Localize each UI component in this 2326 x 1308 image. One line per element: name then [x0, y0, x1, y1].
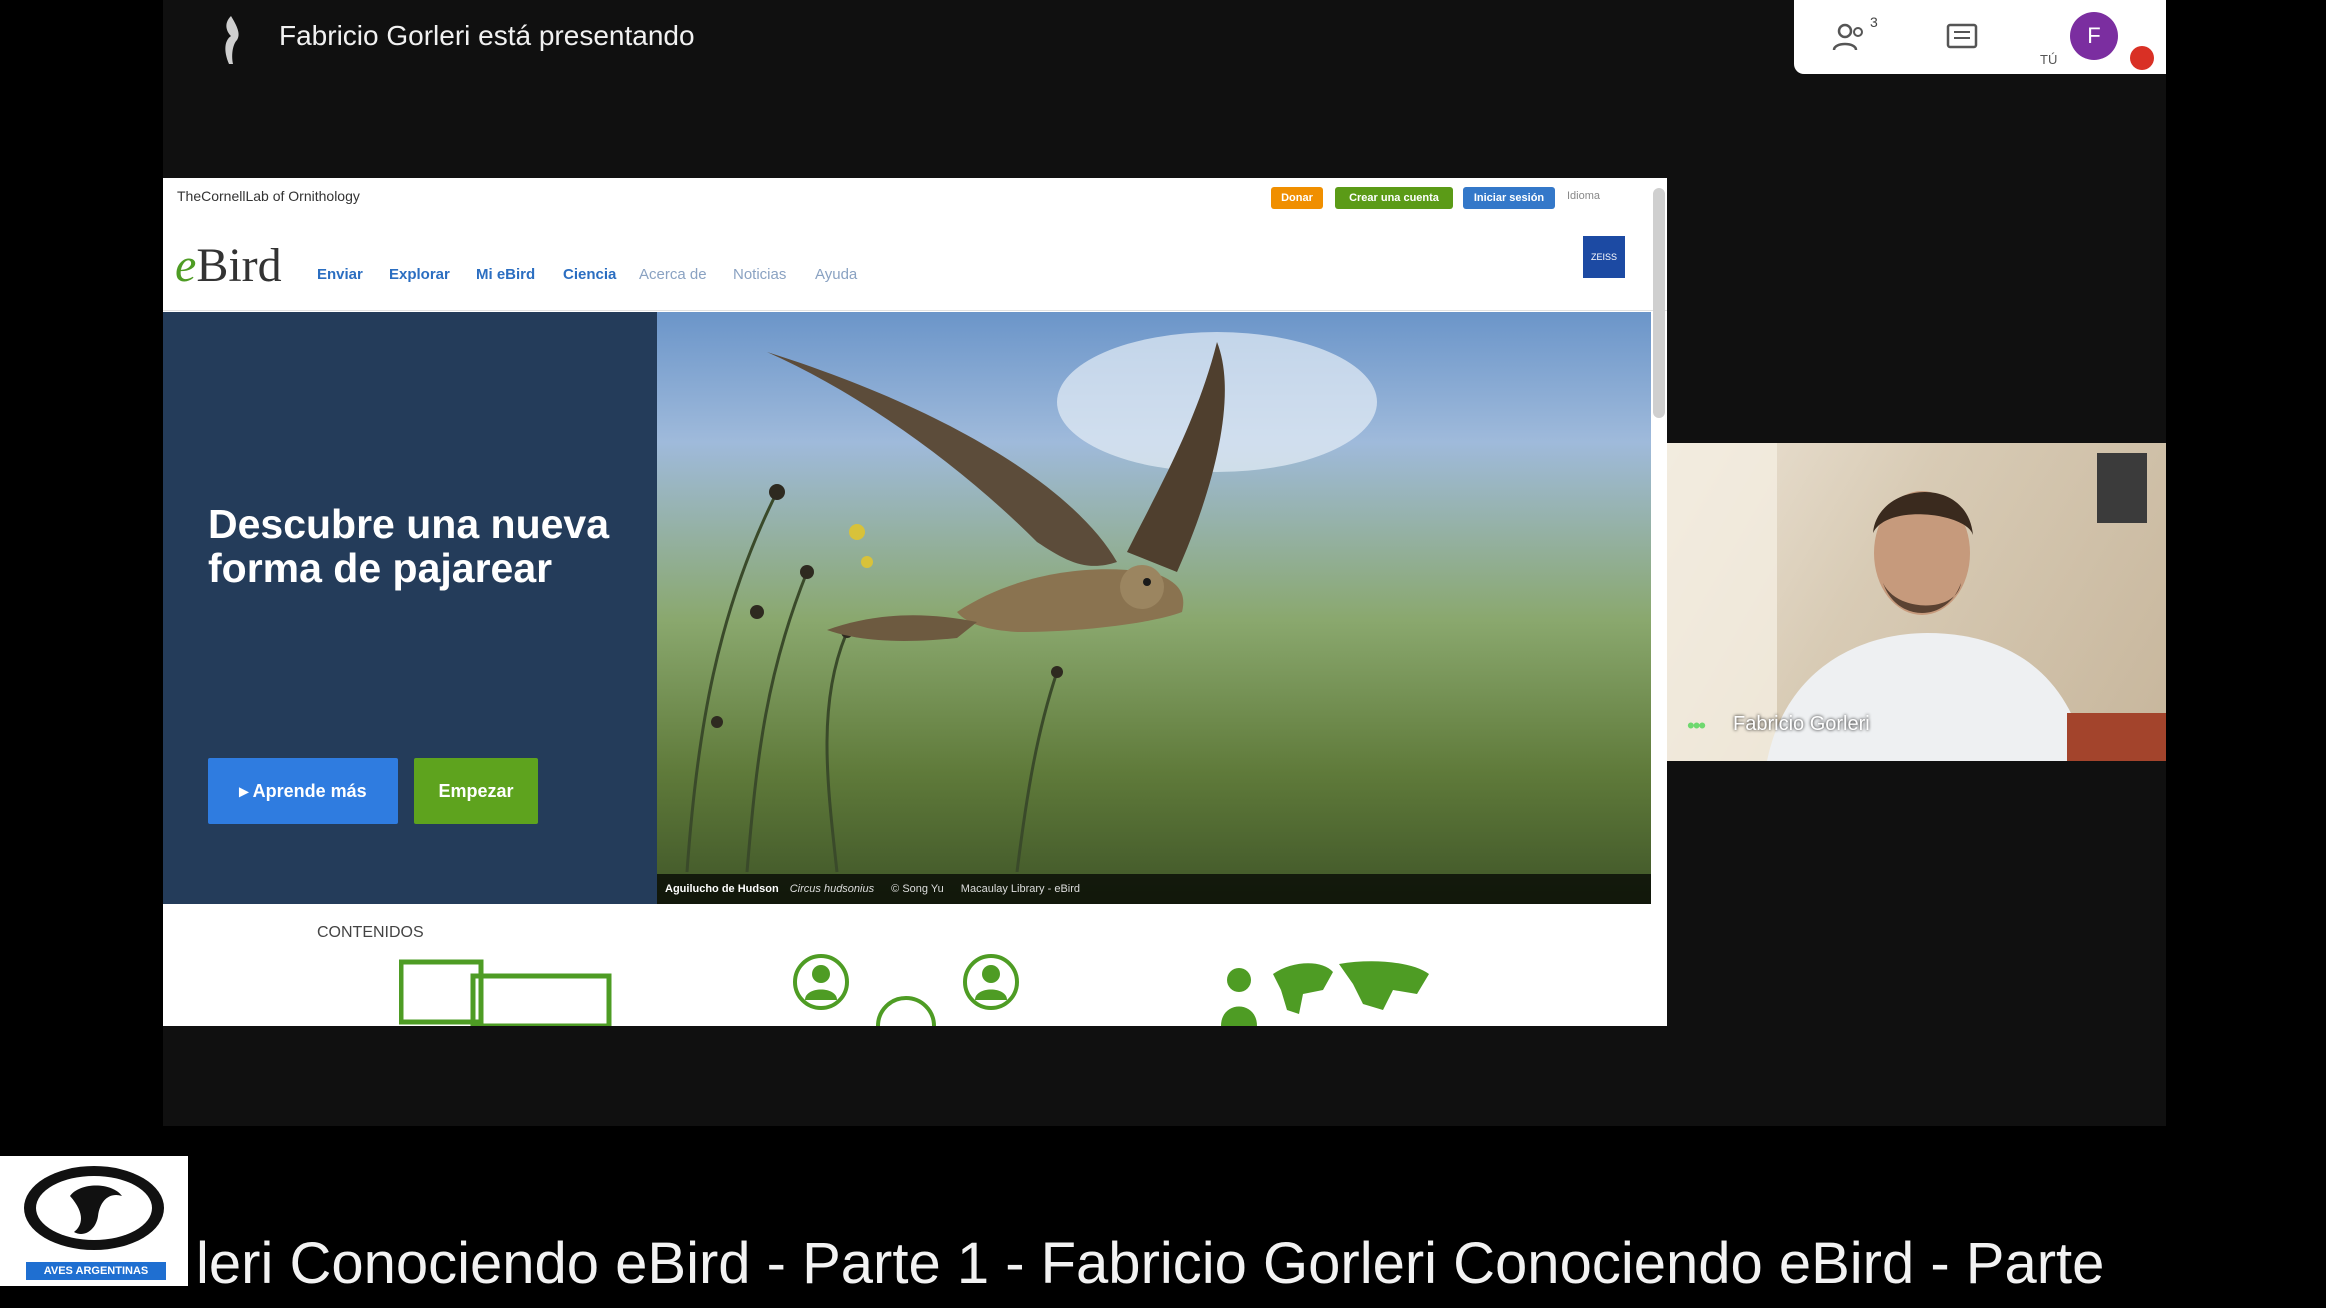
caption-credit: © Song Yu: [891, 883, 944, 895]
bird-avatar-icon: [225, 16, 239, 64]
zeiss-logo[interactable]: ZEISS: [1583, 236, 1625, 278]
presenter-status: Fabricio Gorleri está presentando: [279, 20, 695, 51]
speaking-indicator-icon: •••: [1687, 713, 1706, 738]
devices-icon: [399, 959, 612, 1026]
bird-emblem-icon: [24, 1166, 164, 1250]
participant-name: Fabricio Gorleri: [1733, 713, 1870, 735]
sign-in-button[interactable]: Iniciar sesión: [1463, 187, 1555, 209]
hero-photo-harrier: Aguilucho de Hudson Circus hudsonius © S…: [657, 312, 1651, 904]
contents-title: CONTENIDOS: [317, 924, 424, 941]
world-map-icon: [1221, 961, 1429, 1026]
caption-species: Aguilucho de Hudson: [665, 883, 779, 895]
participant-video-tile[interactable]: ••• Fabricio Gorleri: [1667, 443, 2166, 761]
nav-item-ciencia[interactable]: Ciencia: [563, 266, 616, 283]
nav-item-ayuda[interactable]: Ayuda: [815, 266, 857, 283]
harrier-illustration: [685, 332, 1377, 873]
user-avatar[interactable]: F: [2070, 12, 2118, 60]
nav-item-enviar[interactable]: Enviar: [317, 266, 363, 283]
caption-source[interactable]: Macaulay Library - eBird: [961, 883, 1080, 895]
learn-more-label: Aprende más: [252, 780, 367, 801]
donate-button[interactable]: Donar: [1271, 187, 1323, 209]
nav-item-noticias[interactable]: Noticias: [733, 266, 786, 283]
broadcast-lower-third: AVES ARGENTINAS leri Conociendo eBird - …: [0, 1156, 2326, 1308]
cornell-lab-logo[interactable]: TheCornellLab of Ornithology: [177, 188, 360, 204]
start-button[interactable]: Empezar: [414, 758, 538, 824]
shared-screen-ebird: TheCornellLab of Ornithology Donar Crear…: [163, 178, 1667, 1026]
org-logo-label: AVES ARGENTINAS: [26, 1262, 166, 1280]
ebird-topline: TheCornellLab of Ornithology Donar Crear…: [163, 178, 1667, 214]
hero-headline: Descubre una nueva forma de pajarear: [208, 501, 610, 591]
ticker-text: leri Conociendo eBird - Parte 1 - Fabric…: [196, 1231, 2105, 1296]
participants-icon[interactable]: [1830, 18, 1870, 58]
call-controls: 3 TÚ F: [1794, 0, 2166, 74]
muted-mic-icon: [2130, 46, 2154, 70]
nav-item-acerca-de[interactable]: Acerca de: [639, 266, 707, 283]
you-label: TÚ: [2040, 52, 2058, 67]
ebird-logo[interactable]: eBird: [175, 238, 282, 293]
hero-panel: Descubre una nueva forma de pajarear ▸ A…: [163, 312, 657, 904]
photo-caption: Aguilucho de Hudson Circus hudsonius © S…: [657, 874, 1651, 904]
meet-stage: Fabricio Gorleri está presentando 3 TÚ F…: [163, 0, 2166, 1126]
page-scrollbar[interactable]: [1653, 188, 1665, 418]
community-icon: [793, 954, 1019, 1026]
learn-more-button[interactable]: ▸ Aprende más: [208, 758, 398, 824]
create-account-button[interactable]: Crear una cuenta: [1335, 187, 1453, 209]
caption-scientific-name: Circus hudsonius: [789, 883, 875, 895]
ebird-nav: eBird Enviar Explorar Mi eBird Ciencia A…: [163, 214, 1667, 311]
aves-argentinas-logo: AVES ARGENTINAS: [0, 1156, 188, 1286]
chat-icon[interactable]: [1942, 18, 1982, 58]
contents-section: CONTENIDOS: [163, 904, 1667, 1026]
nav-item-explorar[interactable]: Explorar: [389, 266, 450, 283]
participants-count: 3: [1870, 14, 1878, 30]
language-selector[interactable]: Idioma: [1567, 190, 1600, 202]
presenter-bar: Fabricio Gorleri está presentando 3 TÚ F: [163, 0, 2166, 80]
nav-item-mi-ebird[interactable]: Mi eBird: [476, 266, 535, 283]
